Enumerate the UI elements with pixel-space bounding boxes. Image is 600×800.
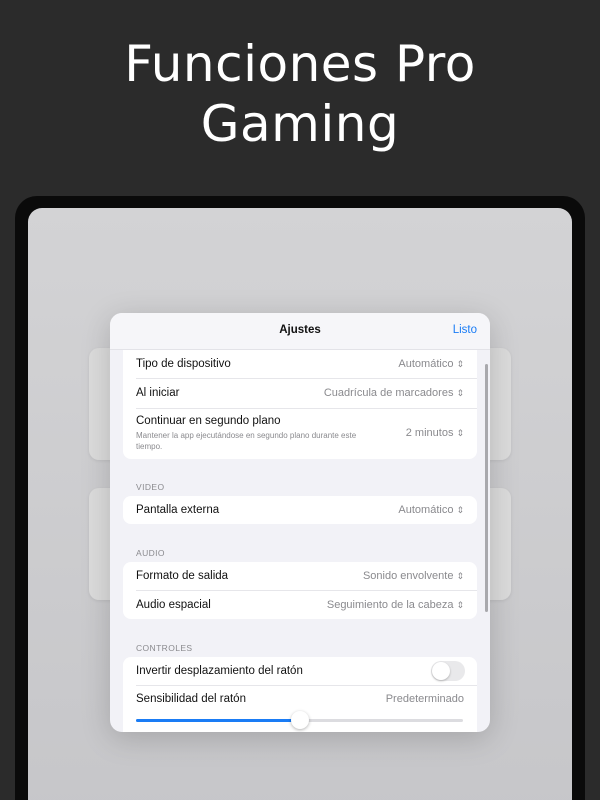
- controls-section-header: CONTROLES: [136, 643, 193, 653]
- background-run-value: 2 minutos: [405, 427, 454, 439]
- output-format-row[interactable]: Formato de salida Sonido envolvente ⇕: [123, 562, 477, 590]
- background-run-row[interactable]: Continuar en segundo plano Mantener la a…: [123, 409, 477, 459]
- spatial-audio-value: Seguimiento de la cabeza: [326, 599, 454, 611]
- sheet-title: Ajustes: [279, 324, 321, 336]
- external-display-row[interactable]: Pantalla externa Automático ⇕: [123, 496, 477, 524]
- controls-settings-group: Invertir desplazamiento del ratón Sensib…: [123, 657, 477, 732]
- output-format-label: Formato de salida: [136, 570, 229, 582]
- up-down-chevron-icon: ⇕: [456, 505, 464, 515]
- up-down-chevron-icon: ⇕: [456, 428, 464, 438]
- invert-scroll-row: Invertir desplazamiento del ratón: [123, 657, 477, 685]
- device-type-label: Tipo de dispositivo: [136, 358, 231, 370]
- spatial-audio-value-wrap: Seguimiento de la cabeza ⇕: [327, 599, 464, 611]
- mouse-sensitivity-value: Predeterminado: [385, 693, 464, 705]
- external-display-value: Automático: [398, 504, 454, 516]
- done-button[interactable]: Listo: [453, 324, 477, 336]
- invert-scroll-label: Invertir desplazamiento del ratón: [136, 665, 303, 677]
- on-launch-row[interactable]: Al iniciar Cuadrícula de marcadores ⇕: [123, 379, 477, 408]
- general-settings-group: Tipo de dispositivo Automático ⇕ Al inici…: [123, 350, 477, 459]
- toggle-knob: [432, 662, 450, 680]
- background-run-label: Continuar en segundo plano: [136, 415, 281, 427]
- mouse-sensitivity-row: Sensibilidad del ratón Predeterminado: [123, 686, 477, 732]
- video-section-header: VIDEO: [136, 482, 165, 492]
- up-down-chevron-icon: ⇕: [456, 571, 464, 581]
- external-display-value-wrap: Automático ⇕: [398, 504, 464, 516]
- mouse-sensitivity-label: Sensibilidad del ratón: [136, 693, 246, 705]
- spatial-audio-label: Audio espacial: [136, 599, 211, 611]
- up-down-chevron-icon: ⇕: [456, 600, 464, 610]
- up-down-chevron-icon: ⇕: [456, 359, 464, 369]
- output-format-value-wrap: Sonido envolvente ⇕: [363, 570, 464, 582]
- slider-thumb[interactable]: [290, 711, 309, 729]
- output-format-value: Sonido envolvente: [362, 570, 454, 582]
- background-run-value-wrap: 2 minutos ⇕: [406, 427, 464, 439]
- on-launch-label: Al iniciar: [136, 387, 180, 399]
- invert-scroll-toggle[interactable]: [431, 661, 465, 681]
- video-settings-group: Pantalla externa Automático ⇕: [123, 496, 477, 524]
- device-type-value: Automático: [398, 358, 454, 370]
- mouse-sensitivity-slider[interactable]: [136, 711, 463, 729]
- up-down-chevron-icon: ⇕: [456, 388, 464, 398]
- spatial-audio-row[interactable]: Audio espacial Seguimiento de la cabeza ⇕: [123, 591, 477, 619]
- audio-settings-group: Formato de salida Sonido envolvente ⇕ Aud…: [123, 562, 477, 619]
- sheet-scrollbar[interactable]: [485, 364, 488, 612]
- slider-fill: [136, 719, 300, 722]
- sheet-header: Ajustes Listo: [110, 313, 490, 350]
- device-type-value-wrap: Automático ⇕: [398, 358, 464, 370]
- audio-section-header: AUDIO: [136, 548, 165, 558]
- external-display-label: Pantalla externa: [136, 504, 220, 516]
- headline-line-2: Gaming: [200, 95, 400, 153]
- on-launch-value: Cuadrícula de marcadores: [323, 387, 454, 399]
- headline-line-1: Funciones Pro: [124, 35, 476, 93]
- device-type-row[interactable]: Tipo de dispositivo Automático ⇕: [123, 350, 477, 378]
- promo-headline: Funciones Pro Gaming: [0, 34, 600, 154]
- on-launch-value-wrap: Cuadrícula de marcadores ⇕: [324, 387, 464, 399]
- background-run-sublabel: Mantener la app ejecutándose en segundo …: [136, 431, 357, 451]
